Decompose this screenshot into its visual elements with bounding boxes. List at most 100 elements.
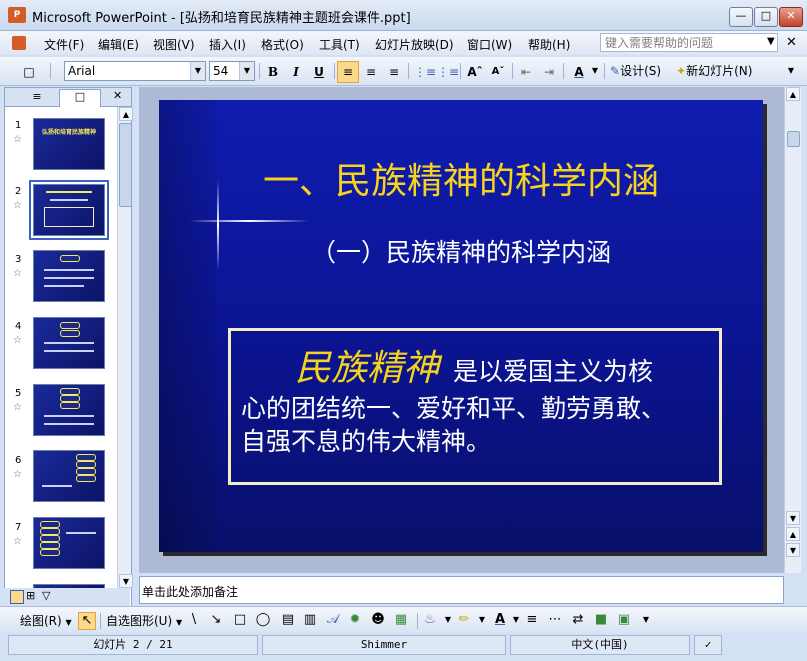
scroll-up-icon[interactable]: ▲: [786, 87, 800, 101]
menu-edit[interactable]: 编辑(E): [98, 36, 139, 53]
help-search-input[interactable]: 键入需要帮助的问题: [600, 33, 778, 52]
slides-pane-scrollbar[interactable]: ▲ ▼: [117, 107, 133, 590]
bold-button[interactable]: B: [262, 61, 284, 83]
clipart-icon[interactable]: ☻: [370, 612, 386, 628]
vertical-textbox-icon[interactable]: ▥: [302, 612, 318, 628]
3d-style-icon[interactable]: ▣: [616, 612, 632, 628]
slide-title[interactable]: 一、民族精神的科学内涵: [159, 152, 763, 204]
fill-color-icon[interactable]: ♨: [422, 612, 438, 628]
italic-button[interactable]: I: [285, 61, 307, 83]
shadow-style-icon[interactable]: ■: [593, 612, 609, 628]
new-slide-button[interactable]: ✦新幻灯片(N): [676, 61, 766, 81]
chevron-down-icon[interactable]: ▼: [239, 62, 254, 80]
select-pointer-icon[interactable]: ↖: [78, 612, 96, 630]
spelling-check-icon[interactable]: ✓: [694, 635, 722, 655]
close-document-icon[interactable]: ✕: [786, 35, 797, 50]
slide-thumbnail-4[interactable]: [33, 317, 105, 369]
line-color-icon[interactable]: ✏: [456, 612, 472, 628]
oval-icon[interactable]: ◯: [255, 612, 271, 628]
menu-insert[interactable]: 插入(I): [209, 36, 246, 53]
slide-thumbnail-3[interactable]: [33, 250, 105, 302]
arrow-icon[interactable]: ↘: [208, 612, 224, 628]
document-icon[interactable]: [12, 36, 26, 50]
line-icon[interactable]: \: [186, 612, 202, 628]
dash-style-icon[interactable]: ⋯: [547, 612, 563, 628]
slide-thumbnail-5[interactable]: [33, 384, 105, 436]
align-right-icon[interactable]: ≡: [383, 61, 405, 83]
textbox-icon[interactable]: ▤: [280, 612, 296, 628]
next-slide-icon[interactable]: ▼: [786, 543, 800, 557]
minimize-button[interactable]: —: [729, 7, 753, 27]
slide-canvas[interactable]: 一、民族精神的科学内涵 （一）民族精神的科学内涵 民族精神 是以爱国主义为核 心的…: [159, 100, 763, 552]
menu-window[interactable]: 窗口(W): [467, 36, 512, 53]
increase-indent-icon[interactable]: ⇥: [538, 61, 560, 83]
decrease-indent-icon[interactable]: ⇤: [515, 61, 537, 83]
font-color-icon[interactable]: A: [568, 61, 590, 83]
draw-menu-button[interactable]: 绘图(R) ▼: [20, 612, 72, 629]
chevron-down-icon[interactable]: ▼: [190, 62, 205, 80]
autoshapes-button[interactable]: 自选图形(U) ▼: [106, 612, 182, 629]
previous-slide-icon[interactable]: ▲: [786, 527, 800, 541]
powerpoint-app-icon[interactable]: P: [8, 7, 26, 23]
notes-pane[interactable]: 单击此处添加备注: [139, 576, 784, 604]
help-dropdown-icon[interactable]: ▼: [767, 36, 775, 47]
slide-sorter-icon[interactable]: ⊞: [26, 589, 35, 602]
thumbnail-number: 3: [15, 254, 22, 265]
wordart-icon[interactable]: 𝒜: [325, 612, 341, 628]
toolbar-options-icon[interactable]: ▼: [638, 612, 654, 628]
scroll-down-icon[interactable]: ▼: [786, 511, 800, 525]
slide-thumbnail-7[interactable]: [33, 517, 105, 569]
design-button[interactable]: ✎设计(S): [610, 61, 672, 81]
increase-font-icon[interactable]: Aˆ: [464, 61, 486, 83]
picture-icon[interactable]: ▦: [393, 612, 409, 628]
font-color-icon[interactable]: A: [492, 612, 508, 628]
chevron-down-icon[interactable]: ▼: [590, 61, 600, 81]
thumbnail-number: 2: [15, 186, 22, 197]
slideshow-icon[interactable]: ▽: [42, 589, 50, 602]
menu-tools[interactable]: 工具(T): [319, 36, 360, 53]
diagram-icon[interactable]: ✹: [347, 612, 363, 628]
numbered-list-icon[interactable]: ⋮≡: [413, 61, 436, 83]
slide-thumbnail-2[interactable]: [29, 180, 109, 240]
slide-scrollbar[interactable]: ▲ ▼ ▲ ▼: [784, 87, 801, 573]
menu-help[interactable]: 帮助(H): [528, 36, 570, 53]
scroll-thumb[interactable]: [119, 123, 132, 207]
tab-slides-icon[interactable]: □: [59, 89, 101, 107]
maximize-button[interactable]: □: [754, 7, 778, 27]
slide-thumbnail-6[interactable]: [33, 450, 105, 502]
arrow-style-icon[interactable]: ⇄: [570, 612, 586, 628]
close-pane-icon[interactable]: ✕: [113, 89, 122, 102]
menu-slideshow[interactable]: 幻灯片放映(D): [375, 36, 454, 53]
design-label: 设计(S): [620, 64, 662, 78]
align-center-icon[interactable]: ≡: [360, 61, 382, 83]
underline-button[interactable]: U: [308, 61, 330, 83]
bullet-list-icon[interactable]: ⋮≡: [436, 61, 459, 83]
scroll-down-icon[interactable]: ▼: [119, 574, 133, 588]
slide-subtitle[interactable]: （一）民族精神的科学内涵: [159, 233, 763, 269]
chevron-down-icon[interactable]: ▼: [508, 612, 524, 628]
menu-view[interactable]: 视图(V): [153, 36, 195, 53]
toolbar-separator: [563, 63, 564, 79]
slide-thumbnail-1[interactable]: 弘扬和培育民族精神: [33, 118, 105, 170]
font-name-select[interactable]: Arial ▼: [64, 61, 206, 81]
close-button[interactable]: ✕: [779, 7, 803, 27]
font-size-select[interactable]: 54 ▼: [209, 61, 255, 81]
chevron-down-icon[interactable]: ▼: [440, 612, 456, 628]
rectangle-icon[interactable]: □: [232, 612, 248, 628]
formatting-toolbar: □ Arial ▼ 54 ▼ B I U ≡ ≡ ≡ ⋮≡ ⋮≡ Aˆ Aˇ ⇤…: [0, 57, 807, 86]
toolbar-options-icon[interactable]: ▼: [784, 61, 798, 81]
line-style-icon[interactable]: ≡: [524, 612, 540, 628]
scroll-up-icon[interactable]: ▲: [119, 107, 133, 121]
scroll-thumb[interactable]: [787, 131, 800, 147]
definition-textbox[interactable]: 民族精神 是以爱国主义为核 心的团结统一、爱好和平、勤劳勇敢、 自强不息的伟大精神…: [228, 328, 722, 485]
definition-text: 是以爱国主义为核: [453, 357, 654, 386]
menu-file[interactable]: 文件(F): [44, 36, 84, 53]
align-left-icon[interactable]: ≡: [337, 61, 359, 83]
menu-format[interactable]: 格式(O): [261, 36, 304, 53]
tab-outline-icon[interactable]: ≡: [17, 90, 57, 103]
design-icon: ✎: [610, 64, 621, 78]
normal-view-icon[interactable]: [10, 590, 24, 604]
new-document-icon[interactable]: □: [18, 61, 40, 83]
decrease-font-icon[interactable]: Aˇ: [487, 61, 509, 83]
chevron-down-icon[interactable]: ▼: [474, 612, 490, 628]
